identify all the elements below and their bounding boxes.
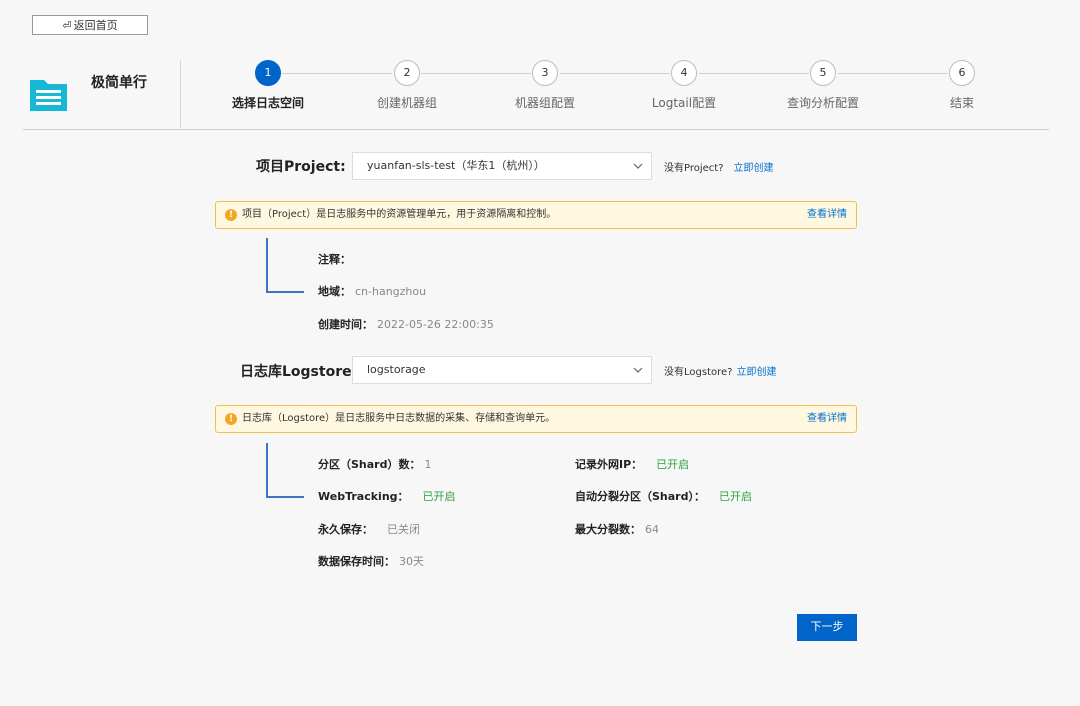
logstore-details-link[interactable]: 查看详情 <box>807 406 847 432</box>
logstore-permanent: 永久保存： 已关闭 <box>318 521 420 537</box>
back-home-button[interactable]: ⏎ 返回首页 <box>32 15 148 35</box>
step-number: 2 <box>394 60 420 86</box>
project-region: 地域： cn-hangzhou <box>318 283 426 299</box>
region-key: 地域： <box>318 285 351 298</box>
header-separator <box>180 60 181 128</box>
auto-split-key: 自动分裂分区（Shard）： <box>575 490 705 503</box>
step-finish[interactable]: 6 结束 <box>902 60 1022 111</box>
logstore-auto-split: 自动分裂分区（Shard）： 已开启 <box>575 488 752 504</box>
warning-icon: ! <box>225 209 237 221</box>
step-number: 3 <box>532 60 558 86</box>
logstore-max-split: 最大分裂数： 64 <box>575 521 659 537</box>
retention-key: 数据保存时间： <box>318 555 395 568</box>
permanent-value: 已关闭 <box>387 523 420 536</box>
project-label: 项目Project: <box>256 159 346 175</box>
note-key: 注释： <box>318 253 351 266</box>
created-value: 2022-05-26 22:00:35 <box>377 318 494 331</box>
project-created: 创建时间： 2022-05-26 22:00:35 <box>318 316 494 332</box>
project-notice-text: 项目（Project）是日志服务中的资源管理单元，用于资源隔离和控制。 <box>242 209 557 220</box>
step-number: 6 <box>949 60 975 86</box>
header-divider <box>23 129 1049 130</box>
shard-value: 1 <box>424 458 432 471</box>
logstore-select[interactable]: logstorage <box>352 356 652 384</box>
project-select-value: yuanfan-sls-test（华东1（杭州）） <box>367 159 545 172</box>
step-label: Logtail配置 <box>651 96 717 110</box>
tree-connector <box>266 291 304 293</box>
step-select-log-space[interactable]: 1 选择日志空间 <box>208 60 328 111</box>
step-label: 创建机器组 <box>376 96 437 110</box>
logstore-public-ip: 记录外网IP： 已开启 <box>575 456 689 472</box>
permanent-key: 永久保存： <box>318 523 373 536</box>
public-ip-value: 已开启 <box>656 458 690 471</box>
created-key: 创建时间： <box>318 318 373 331</box>
tree-connector <box>266 496 304 498</box>
tree-connector <box>266 443 268 498</box>
logstore-notice-text: 日志库（Logstore）是日志服务中日志数据的采集、存储和查询单元。 <box>242 413 556 424</box>
auto-split-value: 已开启 <box>718 490 752 503</box>
shard-key: 分区（Shard）数： <box>318 458 421 471</box>
step-label: 选择日志空间 <box>231 96 304 110</box>
create-project-link[interactable]: 立即创建 <box>734 163 774 174</box>
retention-value: 30天 <box>399 555 424 568</box>
back-icon: ⏎ <box>62 18 72 32</box>
step-number: 1 <box>255 60 281 86</box>
step-machine-group-config[interactable]: 3 机器组配置 <box>485 60 605 111</box>
max-split-value: 64 <box>645 523 659 536</box>
webtracking-value: 已开启 <box>422 490 456 503</box>
step-label: 查询分析配置 <box>786 96 859 110</box>
chevron-down-icon <box>633 367 643 373</box>
logstore-label: 日志库Logstore: <box>240 364 358 380</box>
step-label: 机器组配置 <box>514 96 575 110</box>
project-note: 注释： <box>318 251 351 267</box>
step-number: 4 <box>671 60 697 86</box>
logstore-select-value: logstorage <box>367 363 426 376</box>
step-create-machine-group[interactable]: 2 创建机器组 <box>347 60 467 111</box>
chevron-down-icon <box>633 163 643 169</box>
region-value: cn-hangzhou <box>355 285 427 298</box>
step-label: 结束 <box>949 96 974 110</box>
project-select[interactable]: yuanfan-sls-test（华东1（杭州）） <box>352 152 652 180</box>
warning-icon: ! <box>225 413 237 425</box>
step-number: 5 <box>810 60 836 86</box>
public-ip-key: 记录外网IP： <box>575 458 643 471</box>
folder-icon <box>30 80 67 111</box>
no-logstore-text: 没有Logstore? <box>664 367 733 378</box>
step-logtail-config[interactable]: 4 Logtail配置 <box>624 60 744 111</box>
max-split-key: 最大分裂数： <box>575 523 641 536</box>
project-notice: ! 项目（Project）是日志服务中的资源管理单元，用于资源隔离和控制。 查看… <box>215 201 857 229</box>
no-project-text: 没有Project? <box>664 163 724 174</box>
create-logstore-link[interactable]: 立即创建 <box>736 367 776 378</box>
logstore-shard-count: 分区（Shard）数： 1 <box>318 456 431 472</box>
tree-connector <box>266 238 268 293</box>
logstore-notice: ! 日志库（Logstore）是日志服务中日志数据的采集、存储和查询单元。 查看… <box>215 405 857 433</box>
app-title: 极简单行 <box>91 75 147 91</box>
webtracking-key: WebTracking： <box>318 490 409 503</box>
project-hint: 没有Project? 立即创建 <box>664 159 774 174</box>
logstore-retention: 数据保存时间： 30天 <box>318 553 424 569</box>
step-query-analysis-config[interactable]: 5 查询分析配置 <box>763 60 883 111</box>
project-details-link[interactable]: 查看详情 <box>807 202 847 228</box>
next-step-button[interactable]: 下一步 <box>797 614 857 641</box>
logstore-hint: 没有Logstore? 立即创建 <box>664 363 776 378</box>
logstore-webtracking: WebTracking： 已开启 <box>318 488 456 504</box>
back-home-label: 返回首页 <box>73 19 118 32</box>
